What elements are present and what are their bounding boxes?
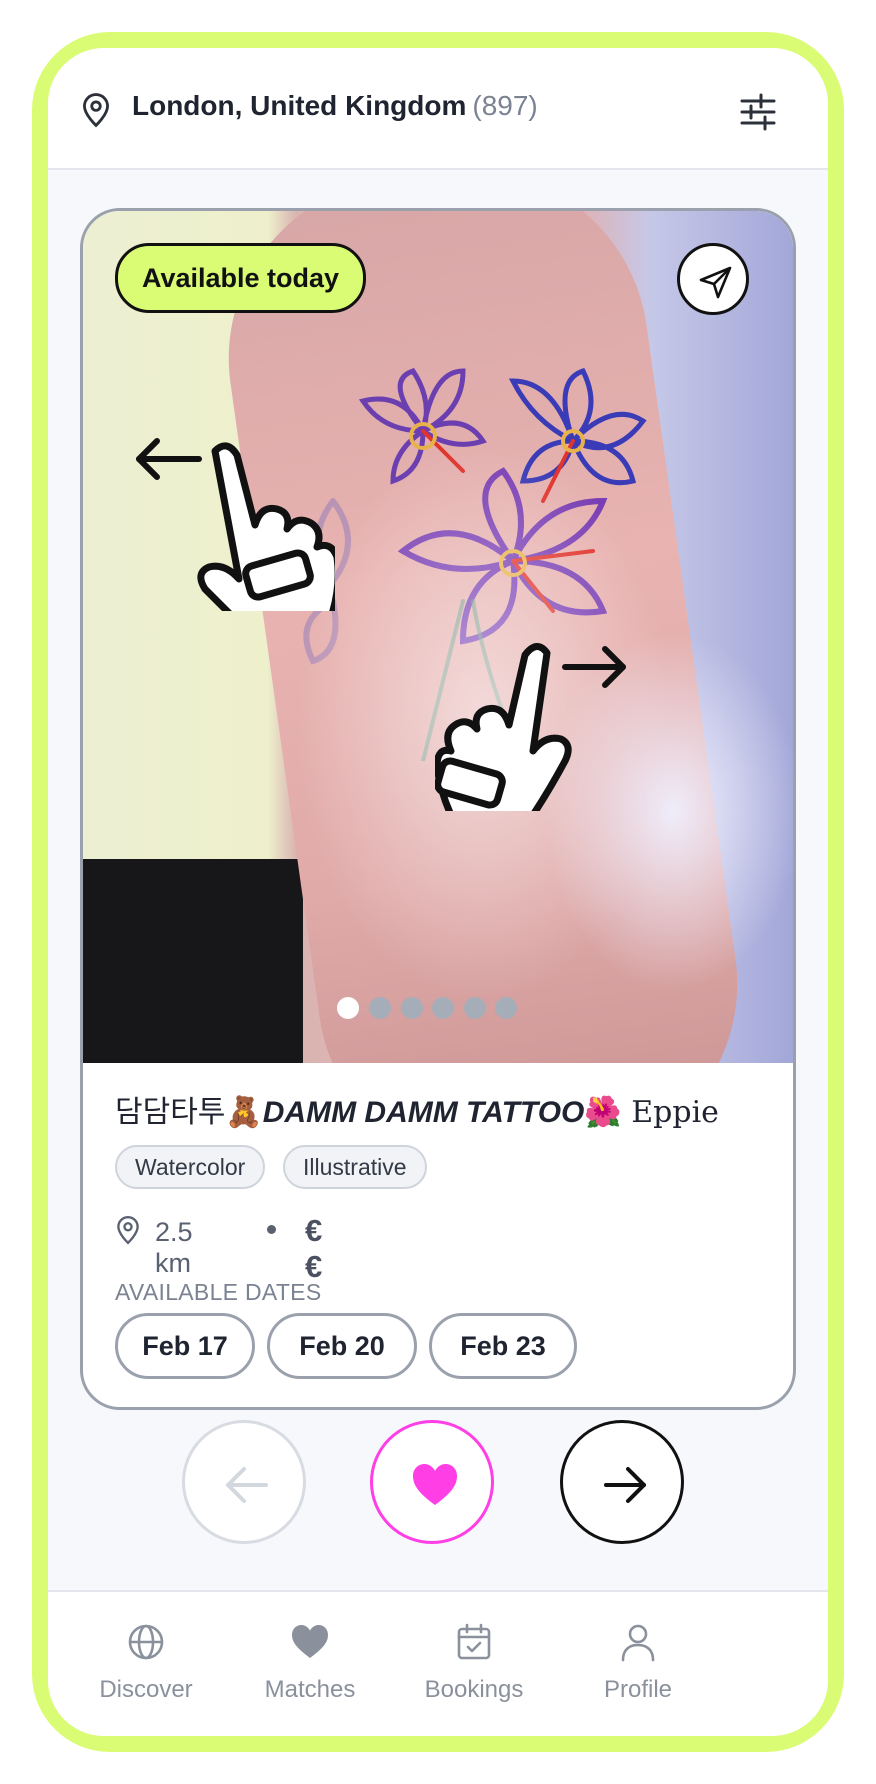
heart-icon	[292, 1625, 328, 1658]
location-header: London, United Kingdom (897)	[48, 48, 828, 170]
date-pill[interactable]: Feb 23	[429, 1313, 577, 1379]
available-dates-label: AVAILABLE DATES	[115, 1279, 322, 1305]
pagination-dot[interactable]	[495, 997, 517, 1019]
style-tag: Illustrative	[283, 1145, 427, 1189]
sliders-icon[interactable]	[738, 92, 778, 132]
tattoo-photo[interactable]: Available today	[83, 211, 793, 1063]
nav-item-bookings[interactable]: Bookings	[394, 1592, 554, 1736]
style-tag: Watercolor	[115, 1145, 266, 1189]
map-pin-icon	[117, 1215, 139, 1245]
nav-item-matches[interactable]: Matches	[230, 1592, 390, 1736]
meta-separator	[267, 1225, 276, 1234]
pagination-dot[interactable]	[464, 997, 486, 1019]
pagination-dot[interactable]	[432, 997, 454, 1019]
nav-label: Profile	[603, 1676, 673, 1703]
swipe-left-hint-icon	[136, 438, 335, 611]
user-icon	[621, 1624, 655, 1662]
location-name: London, United Kingdom	[132, 90, 467, 121]
artist-card[interactable]: Available today 담담타투🧸DAMM DAMM TATTOO🌺 E…	[80, 208, 796, 1410]
nav-label: Discover	[99, 1676, 193, 1703]
nav-item-discover[interactable]: Discover	[66, 1592, 226, 1736]
send-icon	[699, 266, 732, 299]
arrow-right-icon	[604, 1467, 646, 1503]
pagination-dot[interactable]	[369, 997, 391, 1019]
arrow-left-icon	[226, 1467, 268, 1503]
nav-item-profile[interactable]: Profile	[558, 1592, 718, 1736]
date-pill[interactable]: Feb 20	[267, 1313, 417, 1379]
globe-icon	[128, 1624, 164, 1660]
hibiscus-emoji: 🌺	[584, 1096, 622, 1129]
map-pin-icon	[83, 93, 109, 128]
location-selector[interactable]: London, United Kingdom (897)	[132, 90, 538, 122]
next-button[interactable]	[560, 1420, 684, 1544]
nav-label: Bookings	[424, 1676, 524, 1703]
artist-name-korean: 담담타투	[115, 1096, 226, 1129]
pagination-dot[interactable]	[401, 997, 423, 1019]
date-pill[interactable]: Feb 17	[115, 1313, 255, 1379]
pagination-dot[interactable]	[337, 997, 359, 1019]
share-button[interactable]	[677, 243, 749, 315]
bottom-nav: Discover Matches Bookings Profile	[48, 1590, 828, 1736]
artist-name-brand: DAMM DAMM TATTOO	[262, 1096, 585, 1129]
distance: 2.5 km	[155, 1217, 193, 1278]
app-screen: London, United Kingdom (897) Available t…	[48, 48, 828, 1736]
artist-name-person: Eppie	[621, 1095, 719, 1130]
like-button[interactable]	[370, 1420, 494, 1544]
swipe-right-hint-icon	[435, 643, 626, 811]
nav-label: Matches	[264, 1676, 356, 1703]
artist-name: 담담타투🧸DAMM DAMM TATTOO🌺 Eppie	[115, 1087, 719, 1131]
calendar-check-icon	[457, 1623, 491, 1660]
artist-count: (897)	[472, 90, 538, 121]
photo-background-dark	[83, 859, 303, 1063]
heart-icon	[413, 1464, 457, 1505]
previous-button[interactable]	[182, 1420, 306, 1544]
availability-badge: Available today	[115, 243, 367, 313]
teddy-bear-emoji: 🧸	[225, 1096, 263, 1129]
price-level: €€	[305, 1213, 323, 1284]
